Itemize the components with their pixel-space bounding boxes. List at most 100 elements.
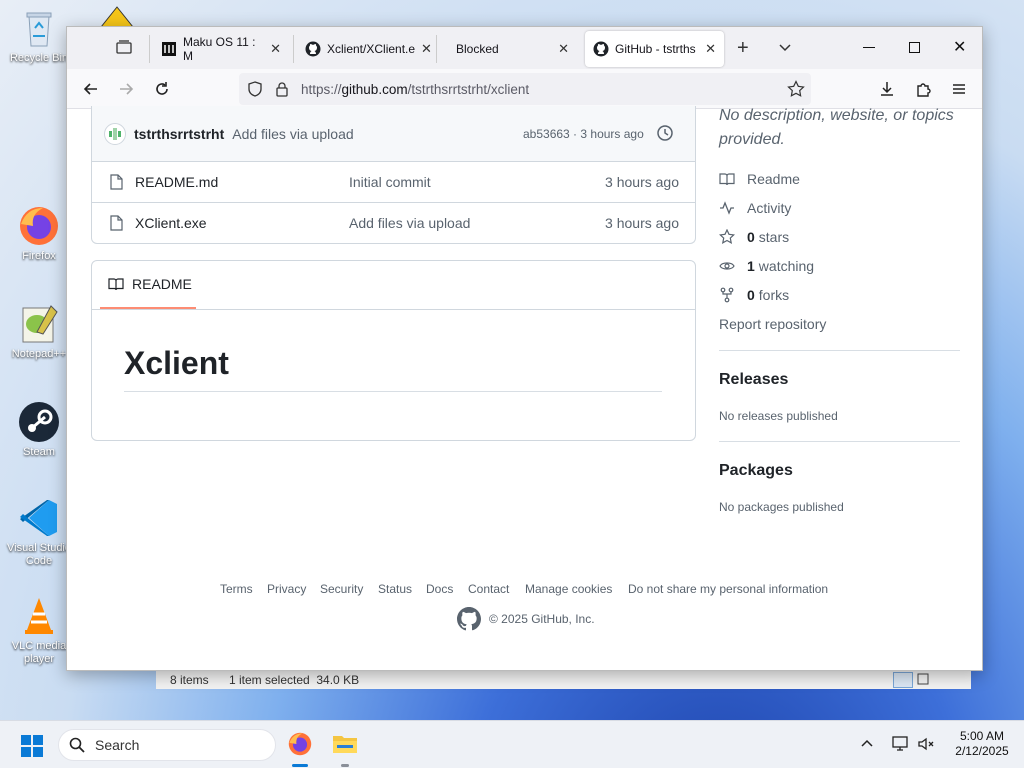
close-tab-icon[interactable]: ✕ — [415, 41, 432, 57]
sidebar-forks-link[interactable]: 0 forks — [719, 287, 789, 303]
desktop-icon-label: Notepad++ — [11, 348, 67, 360]
close-tab-icon[interactable]: ✕ — [699, 41, 716, 57]
list-all-tabs-icon[interactable] — [115, 38, 133, 61]
report-repository-link[interactable]: Report repository — [719, 316, 826, 332]
tiles-view-icon[interactable] — [916, 672, 934, 688]
museum-favicon-icon — [161, 41, 177, 57]
search-icon — [69, 737, 85, 753]
show-hidden-icons-chevron-icon[interactable] — [860, 737, 874, 756]
forward-arrow-icon[interactable] — [114, 77, 138, 101]
readme-tab-label: README — [132, 276, 192, 292]
sidebar-stars-link[interactable]: 0 stars — [719, 229, 789, 245]
taskbar: Search 5:00 AM 2/12/2025 — [0, 720, 1024, 768]
about-description: No description, website, or topics provi… — [719, 107, 954, 148]
volume-muted-icon[interactable] — [917, 736, 935, 757]
clock[interactable]: 5:00 AM 2/12/2025 — [944, 729, 1020, 759]
desktop-icon-notepadpp[interactable]: Notepad++ — [4, 302, 74, 361]
reload-icon[interactable] — [150, 77, 174, 101]
url-text: https://github.com/tstrthsrrtstrht/xclie… — [301, 81, 530, 97]
taskbar-firefox-icon[interactable] — [287, 731, 313, 767]
github-repo-page: tstrthsrrtstrht Add files via upload ab5… — [67, 106, 982, 670]
github-footer-logo-icon[interactable] — [457, 607, 481, 636]
lock-icon[interactable] — [275, 81, 289, 97]
history-clock-icon[interactable] — [656, 124, 674, 145]
close-window-icon[interactable]: ✕ — [953, 37, 966, 57]
url-bar[interactable]: https://github.com/tstrthsrrtstrht/xclie… — [239, 73, 811, 105]
file-name-link[interactable]: XClient.exe — [135, 215, 207, 231]
back-arrow-icon[interactable] — [79, 77, 103, 101]
tab-bar: Maku OS 11 : M ✕ Xclient/XClient.e ✕ Blo… — [67, 27, 982, 69]
footer-link-terms[interactable]: Terms — [220, 582, 253, 596]
footer-copyright: © 2025 GitHub, Inc. — [489, 612, 595, 626]
desktop-icon-firefox[interactable]: Firefox — [4, 204, 74, 263]
packages-text: No packages published — [719, 500, 844, 514]
tab-blocked[interactable]: Blocked ✕ — [440, 31, 577, 67]
sidebar-activity-link[interactable]: Activity — [719, 200, 791, 216]
downloads-icon[interactable] — [875, 77, 899, 101]
footer-link-privacy[interactable]: Privacy — [267, 582, 306, 596]
minimize-icon[interactable] — [863, 47, 875, 48]
details-view-icon[interactable] — [893, 672, 913, 688]
close-tab-icon[interactable]: ✕ — [552, 41, 569, 57]
menu-hamburger-icon[interactable] — [947, 77, 971, 101]
desktop-icon-label: VLC media player — [11, 640, 67, 665]
readme-tab[interactable]: README — [100, 261, 196, 309]
footer-link-do-not-share[interactable]: Do not share my personal information — [628, 582, 828, 596]
sidebar-watching-link[interactable]: 1 watching — [719, 258, 814, 274]
file-explorer-status-bar: 8 items 1 item selected 34.0 KB — [156, 671, 971, 689]
file-name-link[interactable]: README.md — [135, 174, 218, 190]
search-placeholder: Search — [95, 737, 140, 753]
tab-github-active[interactable]: GitHub - tstrths ✕ — [585, 31, 724, 67]
footer-link-status[interactable]: Status — [378, 582, 412, 596]
releases-text: No releases published — [719, 409, 838, 423]
close-tab-icon[interactable]: ✕ — [264, 41, 281, 57]
tab-overflow-chevron-icon[interactable] — [777, 40, 793, 61]
fork-icon — [720, 287, 734, 303]
table-row[interactable]: README.md Initial commit 3 hours ago — [92, 161, 695, 202]
file-commit-message[interactable]: Add files via upload — [349, 215, 470, 231]
commit-hash-time[interactable]: ab53663 · 3 hours ago — [523, 127, 644, 141]
desktop-icon-label: Firefox — [22, 250, 56, 262]
file-time: 3 hours ago — [605, 174, 679, 190]
notepadpp-icon — [17, 302, 61, 346]
clock-date: 2/12/2025 — [955, 744, 1009, 758]
desktop-icon-vlc[interactable]: VLC media player — [4, 594, 74, 666]
footer-link-security[interactable]: Security — [320, 582, 363, 596]
start-windows-icon[interactable] — [21, 735, 43, 762]
desktop-icon-recycle-bin[interactable]: Recycle Bin — [4, 6, 74, 65]
file-commit-message[interactable]: Initial commit — [349, 174, 431, 190]
github-favicon-icon — [593, 41, 609, 57]
star-icon — [719, 229, 735, 244]
commit-author-link[interactable]: tstrthsrrtstrht — [134, 126, 224, 142]
sidebar-readme-link[interactable]: Readme — [719, 171, 800, 187]
firefox-window: Maku OS 11 : M ✕ Xclient/XClient.e ✕ Blo… — [66, 26, 983, 671]
extensions-icon[interactable] — [912, 77, 936, 101]
releases-heading[interactable]: Releases — [719, 371, 788, 389]
bookmark-star-icon[interactable] — [787, 80, 805, 101]
recycle-bin-icon — [17, 6, 61, 50]
shield-icon[interactable] — [247, 81, 263, 97]
file-icon — [109, 174, 123, 190]
taskbar-file-explorer-icon[interactable] — [332, 733, 358, 767]
tab-maku-os[interactable]: Maku OS 11 : M ✕ — [153, 31, 289, 67]
desktop-icon-vscode[interactable]: Visual Studio Code — [4, 496, 74, 568]
footer-link-contact[interactable]: Contact — [468, 582, 509, 596]
new-tab-icon[interactable]: + — [737, 37, 749, 60]
latest-commit-bar: tstrthsrrtstrht Add files via upload ab5… — [92, 106, 695, 161]
network-icon[interactable] — [892, 736, 910, 757]
pulse-icon — [720, 201, 734, 215]
commit-message-link[interactable]: Add files via upload — [232, 126, 353, 142]
firefox-icon — [17, 204, 61, 248]
footer-link-manage-cookies[interactable]: Manage cookies — [525, 582, 612, 596]
footer-link-docs[interactable]: Docs — [426, 582, 453, 596]
clock-time: 5:00 AM — [959, 729, 1005, 743]
tab-xclient[interactable]: Xclient/XClient.e ✕ — [297, 31, 432, 67]
avatar[interactable] — [104, 122, 126, 145]
packages-heading[interactable]: Packages — [719, 462, 793, 480]
desktop-icon-steam[interactable]: Steam — [4, 400, 74, 459]
vscode-icon — [17, 496, 61, 540]
maximize-icon[interactable] — [909, 42, 920, 53]
desktop-icon-label: Visual Studio Code — [6, 542, 71, 567]
table-row[interactable]: XClient.exe Add files via upload 3 hours… — [92, 202, 695, 243]
taskbar-search-box[interactable]: Search — [58, 729, 276, 761]
